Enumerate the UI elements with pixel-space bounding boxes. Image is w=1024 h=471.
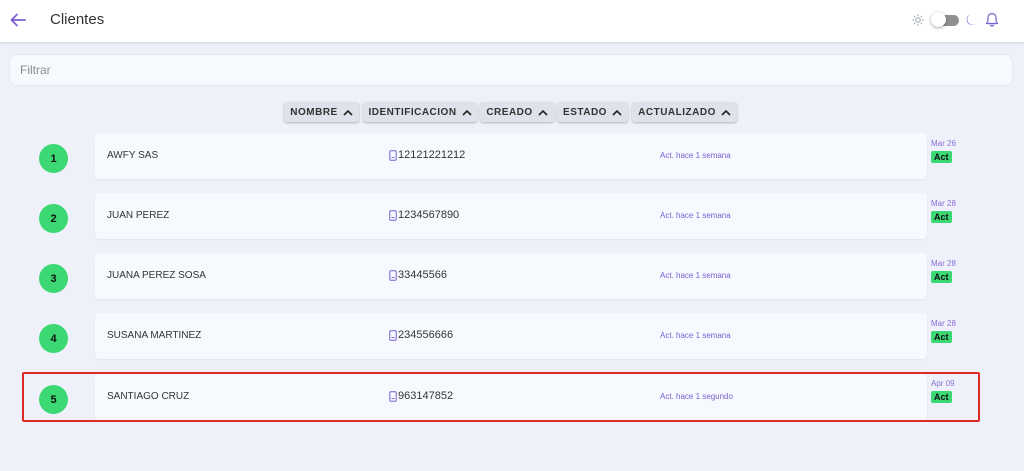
selection-highlight [22,372,980,422]
back-arrow-icon[interactable] [9,11,27,29]
client-id: 234556666 [389,329,453,341]
page-title: Clientes [50,11,105,28]
client-name: JUAN PEREZ [107,210,170,221]
client-id: 12121221212 [389,149,465,161]
updated-text: Act. hace 1 semana [660,151,731,160]
created-date: Mar 26 [931,139,956,148]
updated-text: Act. hace 1 semana [660,271,731,280]
client-id-value: 234556666 [398,329,454,341]
id-card-icon [389,209,397,221]
filter-field[interactable] [9,54,1013,86]
sort-label: ACTUALIZADO [638,106,716,118]
row-number-badge: 4 [39,324,68,353]
status-badge: Act [931,331,952,343]
status-badge: Act [931,151,952,163]
chevron-up-icon [538,109,548,116]
id-card-icon [389,269,397,281]
chevron-up-icon [461,109,472,116]
filter-input[interactable] [10,55,1012,85]
sort-label: ESTADO [563,106,607,118]
sort-nombre-button[interactable]: NOMBRE [284,102,359,122]
created-date: Mar 28 [931,199,956,208]
row-number-badge: 1 [39,144,68,173]
client-row[interactable]: JUANA PEREZ SOSA 33445566 Act. hace 1 se… [95,253,927,299]
client-id-value: 33445566 [398,269,447,281]
chevron-up-icon [612,109,622,116]
sort-label: CREADO [486,106,533,118]
bell-icon[interactable] [985,12,999,28]
client-row[interactable]: SUSANA MARTINEZ 234556666 Act. hace 1 se… [95,313,927,359]
sort-label: IDENTIFICACION [368,106,457,118]
client-row[interactable]: JUAN PEREZ 1234567890 Act. hace 1 semana [95,193,927,239]
moon-icon [966,14,977,26]
sort-identificacion-button[interactable]: IDENTIFICACION [363,102,477,122]
client-id-value: 1234567890 [398,209,460,221]
created-date: Mar 28 [931,259,956,268]
chevron-up-icon [721,109,731,116]
client-id: 33445566 [389,269,447,281]
row-number-badge: 3 [39,264,68,293]
sort-actualizado-button[interactable]: ACTUALIZADO [632,102,737,122]
updated-text: Act. hace 1 semana [660,331,731,340]
row-number-badge: 2 [39,204,68,233]
client-id: 1234567890 [389,209,459,221]
status-badge: Act [931,211,952,223]
updated-text: Act. hace 1 semana [660,211,731,220]
client-name: JUANA PEREZ SOSA [107,270,206,281]
toggle-knob [931,12,946,27]
client-name: AWFY SAS [107,150,159,161]
status-badge: Act [931,271,952,283]
id-card-icon [389,149,397,161]
id-card-icon [389,329,397,341]
sort-creado-button[interactable]: CREADO [480,102,554,122]
client-id-value: 12121221212 [398,149,466,161]
app-header: Clientes [0,0,1024,43]
sun-icon [912,14,924,26]
sort-label: NOMBRE [290,106,338,118]
client-row[interactable]: AWFY SAS 12121221212 Act. hace 1 semana [95,133,927,179]
dark-mode-toggle[interactable] [931,12,959,27]
chevron-up-icon [343,109,353,116]
client-name: SUSANA MARTINEZ [107,330,202,341]
sort-estado-button[interactable]: ESTADO [557,102,628,122]
created-date: Mar 28 [931,319,956,328]
